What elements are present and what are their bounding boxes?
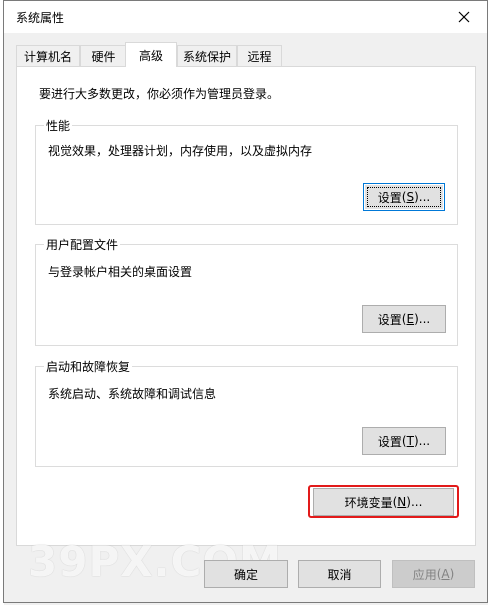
tab-label: 远程 bbox=[247, 49, 272, 64]
background-window-right bbox=[488, 0, 493, 605]
cancel-button[interactable]: 取消 bbox=[298, 560, 381, 588]
title-bar: 系统属性 bbox=[4, 1, 487, 33]
advanced-tab-panel: 要进行大多数更改，你必须作为管理员登录。 性能 视觉效果，处理器计划，内存使用，… bbox=[16, 66, 476, 546]
button-hotkey: S bbox=[406, 190, 415, 204]
tab-label: 计算机名 bbox=[23, 49, 72, 64]
button-suffix: ) bbox=[449, 567, 455, 581]
startup-recovery-group: 启动和故障恢复 系统启动、系统故障和调试信息 设置(T)... bbox=[35, 358, 458, 467]
button-hotkey: A bbox=[441, 567, 450, 581]
tab-label: 高级 bbox=[138, 48, 163, 63]
button-label: 设置 bbox=[377, 190, 402, 205]
tab-computer-name[interactable]: 计算机名 bbox=[16, 45, 80, 66]
group-title: 启动和故障恢复 bbox=[44, 358, 133, 375]
environment-variables-button[interactable]: 环境变量(N)... bbox=[313, 488, 454, 516]
button-hotkey: E bbox=[406, 312, 415, 326]
button-label: 确定 bbox=[233, 567, 258, 582]
button-label: 设置 bbox=[377, 312, 402, 327]
tab-hardware[interactable]: 硬件 bbox=[80, 45, 127, 66]
button-label: 应用 bbox=[412, 567, 437, 582]
tab-system-protection[interactable]: 系统保护 bbox=[177, 45, 237, 66]
button-suffix: )... bbox=[413, 434, 431, 448]
system-properties-dialog: 系统属性 计算机名 硬件 高级 系统保护 远程 要进行大多数更改，你必须作为管理… bbox=[3, 0, 488, 603]
button-suffix: )... bbox=[414, 312, 431, 326]
button-suffix: )... bbox=[406, 495, 423, 509]
button-label: 设置 bbox=[377, 434, 402, 449]
window-title: 系统属性 bbox=[16, 11, 65, 25]
close-button[interactable] bbox=[441, 1, 487, 33]
group-description: 视觉效果，处理器计划，内存使用，以及虚拟内存 bbox=[48, 144, 313, 158]
user-profiles-settings-button[interactable]: 设置(E)... bbox=[362, 305, 446, 333]
group-description: 系统启动、系统故障和调试信息 bbox=[48, 387, 217, 401]
user-profiles-group: 用户配置文件 与登录帐户相关的桌面设置 设置(E)... bbox=[35, 236, 458, 346]
tab-advanced[interactable]: 高级 bbox=[125, 42, 177, 67]
button-hotkey: N bbox=[397, 495, 407, 509]
tab-remote[interactable]: 远程 bbox=[237, 45, 282, 66]
startup-recovery-settings-button[interactable]: 设置(T)... bbox=[362, 427, 446, 455]
group-title: 用户配置文件 bbox=[44, 236, 121, 253]
performance-group: 性能 视觉效果，处理器计划，内存使用，以及虚拟内存 设置(S)... bbox=[35, 117, 458, 225]
ok-button[interactable]: 确定 bbox=[204, 560, 288, 588]
button-suffix: )... bbox=[414, 190, 431, 204]
tab-label: 系统保护 bbox=[182, 49, 231, 64]
admin-notice: 要进行大多数更改，你必须作为管理员登录。 bbox=[39, 87, 280, 101]
button-label: 取消 bbox=[327, 567, 352, 582]
tab-label: 硬件 bbox=[91, 49, 116, 64]
apply-button[interactable]: 应用(A) bbox=[392, 560, 475, 588]
group-description: 与登录帐户相关的桌面设置 bbox=[48, 265, 193, 279]
performance-settings-button[interactable]: 设置(S)... bbox=[363, 183, 445, 211]
close-icon bbox=[458, 11, 470, 23]
button-label: 环境变量 bbox=[344, 495, 393, 510]
group-title: 性能 bbox=[44, 117, 73, 134]
button-hotkey: T bbox=[406, 434, 414, 448]
